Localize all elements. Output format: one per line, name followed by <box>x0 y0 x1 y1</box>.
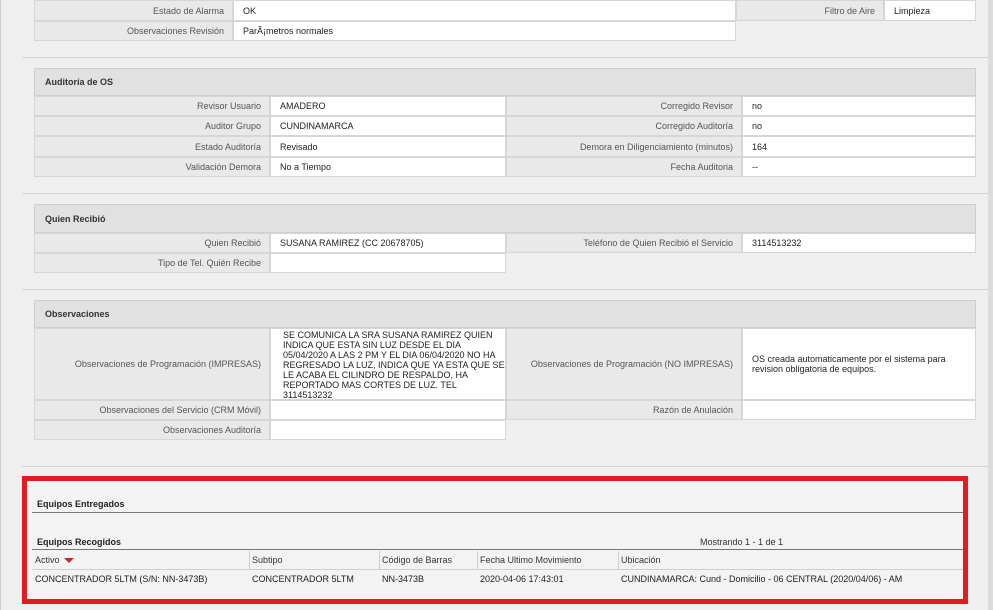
cell-subtype: CONCENTRADOR 5LTM <box>252 573 354 584</box>
corrected-reviewer-label: Corregido Revisor <box>506 96 742 116</box>
section-divider <box>22 193 988 194</box>
auditor-group-label: Auditor Grupo <box>34 116 270 136</box>
filling-delay-label: Demora en Diligenciamiento (minutos) <box>506 136 742 157</box>
header-bottom-border <box>32 569 963 570</box>
prog-observations-printed-label: Observaciones de Programación (IMPRESAS) <box>34 328 270 400</box>
section-divider <box>22 466 988 467</box>
delay-validation-value: No a Tiempo <box>270 157 506 177</box>
cancel-reason-label: Razón de Anulación <box>506 400 742 420</box>
review-observations-label: Observaciones Revisión <box>34 21 233 41</box>
col-header-last-movement[interactable]: Fecha Ultimo Movimiento <box>478 551 619 569</box>
cancel-reason-value <box>742 400 976 420</box>
receiver-name-value: SUSANA RAMIREZ (CC 20678705) <box>270 233 506 253</box>
audit-observations-label: Observaciones Auditoría <box>34 420 270 440</box>
review-observations-value: ParÃ¡metros normales <box>233 21 736 41</box>
collected-equipment-title: Equipos Recogidos <box>37 537 122 547</box>
col-header-asset-label: Activo <box>35 555 60 565</box>
audit-state-label: Estado Auditoría <box>34 136 270 157</box>
air-filter-label: Filtro de Aire <box>736 0 884 21</box>
audit-date-value: -- <box>742 157 976 177</box>
reviewer-user-value: AMADERO <box>270 96 506 116</box>
air-filter-value: Limpieza <box>884 0 976 21</box>
delivered-equipment-title: Equipos Entregados <box>37 499 125 509</box>
receiver-phone-label: Teléfono de Quien Recibió el Servicio <box>506 233 742 253</box>
receiver-phone-value: 3114513232 <box>742 233 976 253</box>
corrected-audit-value: no <box>742 116 976 136</box>
delivered-separator <box>32 512 963 513</box>
prog-observations-unprinted-value: OS creada automaticamente por el sistema… <box>742 328 976 400</box>
col-header-location[interactable]: Ubicación <box>619 551 963 569</box>
service-observations-label: Observaciones del Servicio (CRM Móvil) <box>34 400 270 420</box>
cell-location: CUNDINAMARCA: Cund - Domicilio - 06 CENT… <box>621 573 903 584</box>
service-observations-value <box>270 400 506 420</box>
cell-last-movement: 2020-04-06 17:43:01 <box>480 573 564 584</box>
table-row[interactable]: CONCENTRADOR 5LTM (S/N: NN-3473B) CONCEN… <box>33 571 963 586</box>
col-header-asset[interactable]: Activo <box>33 551 250 569</box>
delay-validation-label: Validación Demora <box>34 157 270 177</box>
corrected-reviewer-value: no <box>742 96 976 116</box>
alarm-state-value: OK <box>233 0 736 21</box>
audit-state-value: Revisado <box>270 136 506 157</box>
vertical-scrollbar[interactable] <box>988 0 993 610</box>
audit-observations-value <box>270 420 506 440</box>
cell-barcode: NN-3473B <box>382 573 425 584</box>
auditor-group-value: CUNDINAMARCA <box>270 116 506 136</box>
section-divider <box>22 289 988 290</box>
corrected-audit-label: Corregido Auditoría <box>506 116 742 136</box>
receiver-section-header: Quien Recibió <box>34 204 976 233</box>
collected-separator <box>32 549 963 550</box>
audit-date-label: Fecha Auditoria <box>506 157 742 177</box>
observations-section-header: Observaciones <box>34 300 976 328</box>
paging-info: Mostrando 1 - 1 de 1 <box>700 537 784 547</box>
section-divider <box>22 57 988 58</box>
audit-section-header: Auditoría de OS <box>34 68 976 96</box>
reviewer-user-label: Revisor Usuario <box>34 96 270 116</box>
receiver-phone-type-value <box>270 253 506 273</box>
cell-asset: CONCENTRADOR 5LTM (S/N: NN-3473B) <box>35 573 208 584</box>
receiver-name-label: Quien Recibió <box>34 233 270 253</box>
receiver-phone-type-label: Tipo de Tel. Quién Recibe <box>34 253 270 273</box>
filling-delay-value: 164 <box>742 136 976 157</box>
col-header-subtype[interactable]: Subtipo <box>250 551 380 569</box>
col-header-barcode[interactable]: Código de Barras <box>380 551 478 569</box>
sort-desc-icon[interactable] <box>63 557 74 563</box>
prog-observations-printed-value: SE COMUNICA LA SRA SUSANA RAMIREZ QUIEN … <box>270 328 506 400</box>
alarm-state-label: Estado de Alarma <box>34 0 233 21</box>
prog-observations-unprinted-label: Observaciones de Programación (NO IMPRES… <box>506 328 742 400</box>
